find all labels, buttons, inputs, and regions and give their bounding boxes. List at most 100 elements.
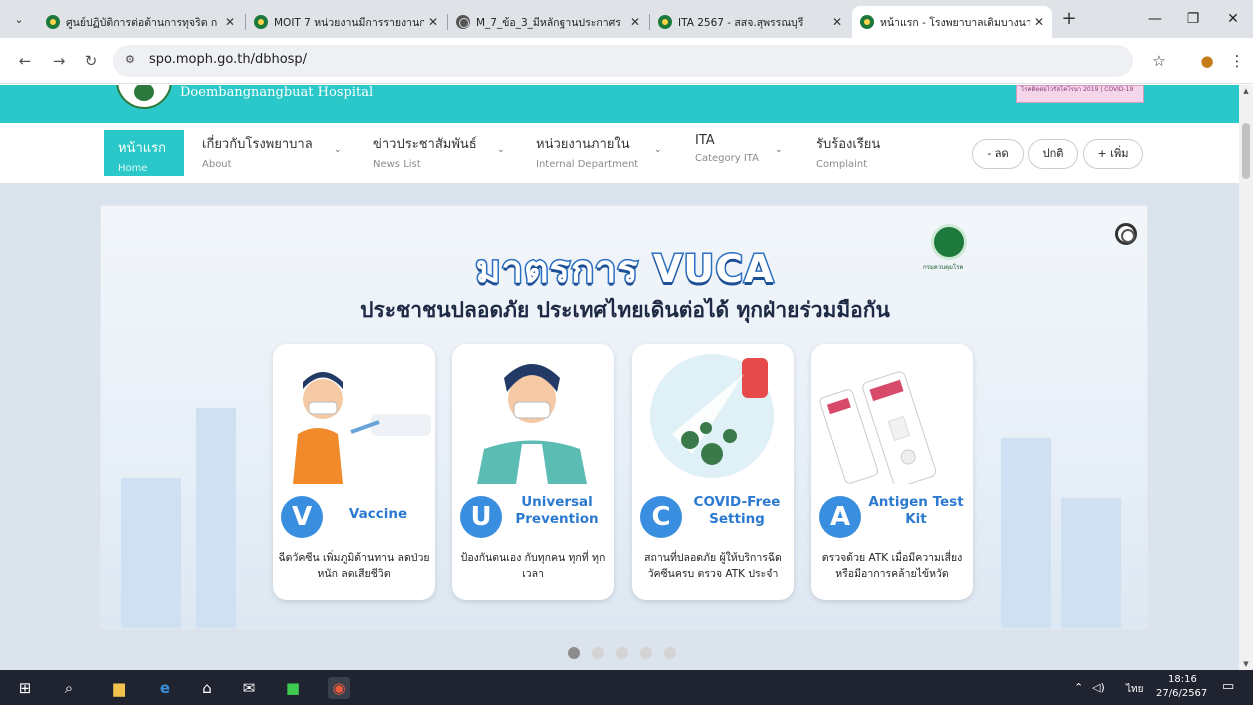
new-tab-button[interactable]: + xyxy=(1058,9,1080,31)
page-scrollbar[interactable]: ▲ ▼ xyxy=(1239,85,1253,670)
browser-toolbar: ← → ↻ ⚙ spo.moph.go.th/dbhosp/ ☆ ● ⋮ xyxy=(0,38,1253,84)
slider-dot-2[interactable] xyxy=(592,647,604,659)
nav-item-complaint[interactable]: รับร้องเรียน Complaint xyxy=(816,133,880,173)
site-favicon-icon xyxy=(46,15,60,29)
nav-label-en: Internal Department xyxy=(536,159,639,170)
page-viewport: Doembangnangbuat Hospital โรคติดต่อไวรัส… xyxy=(0,85,1239,670)
tab-search-chevron-icon[interactable]: ⌄ xyxy=(8,9,30,31)
browser-tab[interactable]: ศูนย์ปฏิบัติการต่อต้านการทุจริต ก ✕ xyxy=(38,6,243,38)
disinfectant-spray-illustration xyxy=(650,354,774,478)
browser-menu-icon[interactable]: ⋮ xyxy=(1226,51,1248,73)
slider-dot-3[interactable] xyxy=(616,647,628,659)
vaccination-illustration xyxy=(283,354,431,484)
main-navigation: หน้าแรก Home เกี่ยวกับโรงพยาบาล About ⌄ … xyxy=(0,123,1239,183)
globe-icon xyxy=(456,15,470,29)
chevron-down-icon: ⌄ xyxy=(654,145,662,155)
vuca-card-covid-free-setting: C COVID-Free Setting สถานที่ปลอดภัย ผู้ใ… xyxy=(632,344,794,600)
background-building xyxy=(196,408,236,628)
clock-time[interactable]: 18:16 xyxy=(1168,674,1197,685)
address-bar[interactable]: ⚙ spo.moph.go.th/dbhosp/ xyxy=(113,45,1133,77)
letter-badge: V xyxy=(281,496,323,538)
slider-dot-5[interactable] xyxy=(664,647,676,659)
scrollbar-thumb[interactable] xyxy=(1242,123,1250,179)
site-header: Doembangnangbuat Hospital โรคติดต่อไวรัส… xyxy=(0,85,1239,123)
hero-slide[interactable]: กรมควบคุมโรค มาตรการ VUCA ประชาชนปลอดภัย… xyxy=(100,205,1148,629)
browser-tab-active[interactable]: หน้าแรก - โรงพยาบาลเดิมบางนา ✕ xyxy=(852,6,1052,38)
nav-label-en: News List xyxy=(373,159,421,170)
volume-icon[interactable]: ◁) xyxy=(1092,681,1105,694)
mail-icon[interactable]: ✉ xyxy=(238,677,260,699)
nav-label-th: ข่าวประชาสัมพันธ์ xyxy=(373,137,477,152)
nav-label-en: Complaint xyxy=(816,159,868,170)
hero-title: มาตรการ VUCA xyxy=(474,246,775,293)
browser-tab[interactable]: MOIT 7 หน่วยงานมีการรายงานก ✕ xyxy=(246,6,446,38)
tab-title: M_7_ข้อ_3_มีหลักฐานประกาศร xyxy=(476,16,621,29)
font-increase-button[interactable]: + เพิ่ม xyxy=(1083,139,1143,169)
covid-banner[interactable]: โรคติดต่อไวรัสโคโรนา 2019 | COVID-19 xyxy=(1016,85,1144,103)
card-heading: Universal Prevention xyxy=(515,494,599,527)
windows-taskbar: ⊞ ⌕ ▆ e ⌂ ✉ ■ ◉ ⌃ ◁) ไทย 18:16 27/6/2567… xyxy=(0,670,1253,705)
profile-avatar-icon[interactable]: ● xyxy=(1196,51,1218,73)
tab-close-icon[interactable]: ✕ xyxy=(424,15,442,29)
notifications-icon[interactable]: ▭ xyxy=(1222,679,1234,694)
store-icon[interactable]: ⌂ xyxy=(196,677,218,699)
hospital-name: Doembangnangbuat Hospital xyxy=(180,85,374,100)
card-description: สถานที่ปลอดภัย ผู้ให้บริการฉีดวัคซีนครบ … xyxy=(644,552,782,580)
nav-label-th: หน้าแรก xyxy=(118,141,166,156)
scroll-up-arrow-icon[interactable]: ▲ xyxy=(1239,85,1253,97)
chevron-down-icon: ⌄ xyxy=(497,145,505,155)
file-explorer-icon[interactable]: ▆ xyxy=(108,677,130,699)
nav-label-th: เกี่ยวกับโรงพยาบาล xyxy=(202,137,313,152)
atk-test-kit-illustration xyxy=(819,371,937,484)
background-building xyxy=(1001,438,1051,628)
reload-icon[interactable]: ↻ xyxy=(80,51,102,73)
edge-browser-icon[interactable]: e xyxy=(154,677,176,699)
bookmark-star-icon[interactable]: ☆ xyxy=(1148,51,1170,73)
nav-item-about[interactable]: เกี่ยวกับโรงพยาบาล About ⌄ xyxy=(202,133,342,173)
card-heading: COVID-Free Setting xyxy=(693,494,781,527)
nav-item-home[interactable]: หน้าแรก Home xyxy=(104,130,184,176)
card-heading: Vaccine xyxy=(348,506,408,522)
hospital-logo[interactable] xyxy=(116,85,172,109)
site-info-icon[interactable]: ⚙ xyxy=(125,53,135,66)
background-building xyxy=(1061,498,1121,628)
font-normal-button[interactable]: ปกติ xyxy=(1028,139,1078,169)
nav-label-en: About xyxy=(202,159,232,170)
browser-tab[interactable]: M_7_ข้อ_3_มีหลักฐานประกาศร ✕ xyxy=(448,6,648,38)
tray-overflow-chevron-icon[interactable]: ⌃ xyxy=(1074,681,1083,694)
language-indicator[interactable]: ไทย xyxy=(1126,682,1143,697)
site-favicon-icon xyxy=(658,15,672,29)
scroll-down-arrow-icon[interactable]: ▼ xyxy=(1239,658,1253,670)
back-arrow-icon[interactable]: ← xyxy=(14,51,36,73)
minimize-button[interactable]: — xyxy=(1140,8,1170,30)
font-decrease-button[interactable]: - ลด xyxy=(972,139,1024,169)
browser-tab-strip: ⌄ ศูนย์ปฏิบัติการต่อต้านการทุจริต ก ✕ MO… xyxy=(0,0,1253,38)
nav-label-th: ITA xyxy=(695,133,715,148)
nav-item-news[interactable]: ข่าวประชาสัมพันธ์ News List ⌄ xyxy=(373,133,505,173)
windows-start-icon[interactable]: ⊞ xyxy=(14,677,36,699)
line-app-icon[interactable]: ■ xyxy=(282,677,304,699)
card-description: ฉีดวัคซีน เพิ่มภูมิต้านทาน ลดป่วยหนัก ลด… xyxy=(278,552,430,580)
letter-badge: C xyxy=(640,496,682,538)
chrome-browser-icon[interactable]: ◉ xyxy=(328,677,350,699)
slider-dot-1[interactable] xyxy=(568,647,580,659)
slider-dot-4[interactable] xyxy=(640,647,652,659)
card-heading: Antigen Test Kit xyxy=(868,494,964,527)
nav-item-ita[interactable]: ITA Category ITA ⌄ xyxy=(695,133,783,173)
hero-subtitle: ประชาชนปลอดภัย ประเทศไทยเดินต่อได้ ทุกฝ่… xyxy=(360,298,890,322)
nav-label-th: รับร้องเรียน xyxy=(816,137,881,152)
url-text[interactable]: spo.moph.go.th/dbhosp/ xyxy=(149,52,307,67)
forward-arrow-icon[interactable]: → xyxy=(48,51,70,73)
tab-close-icon[interactable]: ✕ xyxy=(828,15,846,29)
vuca-card-vaccine: V Vaccine ฉีดวัคซีน เพิ่มภูมิต้านทาน ลดป… xyxy=(273,344,435,600)
tab-close-icon[interactable]: ✕ xyxy=(1030,15,1048,29)
tab-close-icon[interactable]: ✕ xyxy=(221,15,239,29)
tab-close-icon[interactable]: ✕ xyxy=(626,15,644,29)
vuca-card-antigen-test-kit: A Antigen Test Kit ตรวจด้วย ATK เมื่อมีค… xyxy=(811,344,973,600)
restore-button[interactable]: ❐ xyxy=(1178,8,1208,30)
nav-item-internal-department[interactable]: หน่วยงานภายใน Internal Department ⌄ xyxy=(536,133,662,173)
clock-date[interactable]: 27/6/2567 xyxy=(1156,688,1207,699)
browser-tab[interactable]: ITA 2567 - สสจ.สุพรรณบุรี ✕ xyxy=(650,6,850,38)
close-window-button[interactable]: ✕ xyxy=(1218,8,1248,30)
search-icon[interactable]: ⌕ xyxy=(58,677,80,699)
